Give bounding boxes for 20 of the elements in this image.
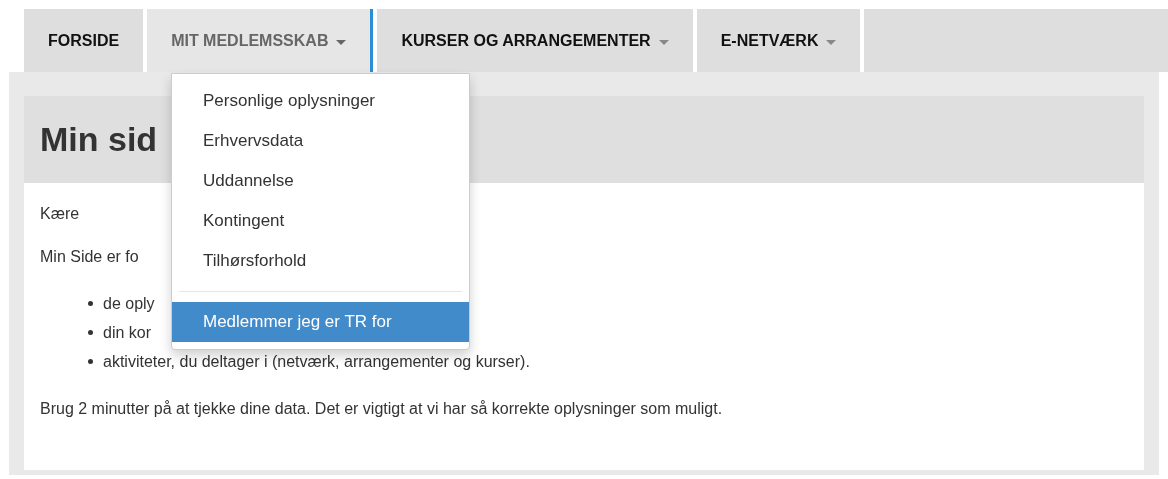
menu-item[interactable]: Uddannelse xyxy=(172,161,469,201)
greeting-text: Kære xyxy=(40,204,80,224)
menu-item[interactable]: Medlemmer jeg er TR for xyxy=(172,302,469,342)
bullet-icon xyxy=(88,359,93,364)
menu-item[interactable]: Kontingent xyxy=(172,201,469,241)
nav-tab[interactable]: KURSER OG ARRANGEMENTER xyxy=(377,9,693,72)
nav-tab[interactable]: E-NETVÆRK xyxy=(696,9,861,72)
list-item-text: aktiviteter, du deltager i (netværk, arrangementer og kurser). xyxy=(103,351,530,372)
menu-item[interactable]: Personlige oplysninger xyxy=(172,81,469,121)
note-text: Brug 2 minutter på at tjekke dine data. Det er vigtigt at vi har så korrekte oplysninger som muligt. xyxy=(40,399,724,419)
list-item-text: de oply xyxy=(103,293,155,314)
page-title: Min sid xyxy=(40,119,158,160)
list-item-text: din kor xyxy=(103,322,152,343)
nav-tab[interactable]: FORSIDE xyxy=(24,9,144,72)
menu-item[interactable]: Tilhørsforhold xyxy=(172,241,469,281)
nav-tab[interactable]: MIT MEDLEMSSKAB xyxy=(147,9,374,72)
intro-text: Min Side er fo xyxy=(40,247,139,267)
bullet-icon xyxy=(88,301,93,306)
menu-item[interactable]: Erhvervsdata xyxy=(172,121,469,161)
bullet-icon xyxy=(88,330,93,335)
